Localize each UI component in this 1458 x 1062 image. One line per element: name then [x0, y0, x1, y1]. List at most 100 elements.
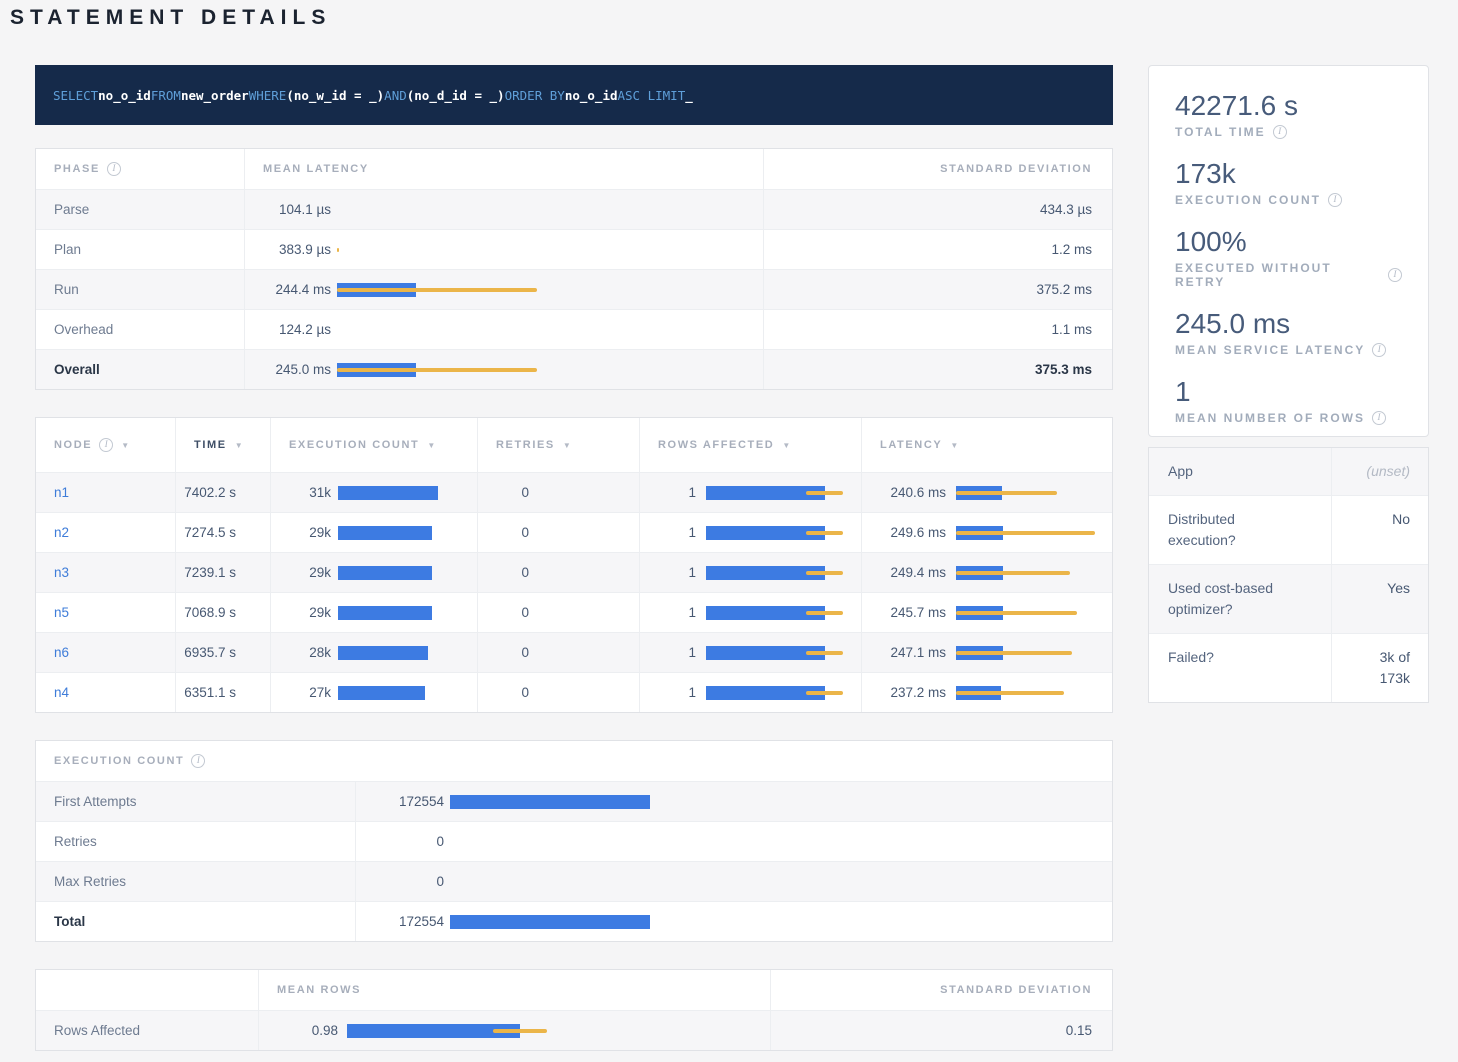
sort-caret-icon: ▼ [950, 441, 960, 450]
row-label-text: First Attempts [54, 794, 137, 809]
property-row: App(unset) [1149, 448, 1428, 495]
rows-affected-value: 1 [640, 485, 696, 500]
mean-latency-cell: 383.9 µs [245, 230, 764, 269]
bar-stddev-whisker [806, 651, 843, 655]
node-link[interactable]: n6 [54, 645, 69, 660]
info-icon[interactable]: i [99, 438, 113, 452]
row-label-text: Rows Affected [54, 1023, 140, 1038]
retries-cell: 0 [478, 673, 640, 712]
count-value: 172554 [356, 914, 444, 929]
phase-row: Overhead124.2 µs1.1 ms [36, 309, 1112, 349]
mean-rows-bar [347, 1023, 547, 1039]
label-cell: Retries [36, 822, 356, 861]
row-label-text: Max Retries [54, 874, 126, 889]
time-value: 7068.9 s [184, 605, 236, 620]
sql-statement-box: SELECT no_o_id FROM new_order WHERE (no_… [35, 65, 1113, 125]
side-column: 42271.6 sTotal Timei173kExecution Counti… [1148, 65, 1429, 703]
phase-label: Overall [54, 362, 100, 377]
phase-cell: Plan [36, 230, 245, 269]
mean-latency-bar [337, 242, 537, 258]
latency-value: 240.6 ms [862, 485, 946, 500]
property-value-cell: 3k of 173k [1331, 634, 1428, 702]
bar-stddev-whisker [956, 491, 1057, 495]
node-link[interactable]: n5 [54, 605, 69, 620]
property-value: 3k of 173k [1348, 647, 1410, 689]
column-header-time[interactable]: Time▼ [176, 418, 271, 472]
sql-identifier: no_o_id [565, 88, 618, 103]
node-link[interactable]: n4 [54, 685, 69, 700]
info-icon[interactable]: i [1273, 125, 1287, 139]
time-cell: 7239.1 s [176, 553, 271, 592]
rows-affected-value: 1 [640, 525, 696, 540]
execution-count-row: First Attempts172554 [36, 781, 1112, 821]
execution-count-value: 31k [271, 485, 331, 500]
column-header-latency[interactable]: Latency▼ [862, 418, 1112, 472]
count-bar [450, 794, 650, 810]
execution-count-cell: 29k [271, 513, 478, 552]
time-value: 6351.1 s [184, 685, 236, 700]
column-header-retries[interactable]: Retries▼ [478, 418, 640, 472]
bar-stddev-whisker [956, 571, 1070, 575]
main-column: SELECT no_o_id FROM new_order WHERE (no_… [35, 65, 1113, 1051]
info-icon[interactable]: i [107, 162, 121, 176]
latency-bar [956, 685, 1095, 701]
column-header-label: Node [54, 439, 92, 451]
info-icon[interactable]: i [1372, 411, 1386, 425]
stddev-value: 375.2 ms [1036, 282, 1092, 297]
retries-cell: 0 [478, 553, 640, 592]
label-cell: First Attempts [36, 782, 356, 821]
latency-cell: 249.4 ms [862, 553, 1112, 592]
page-title: STATEMENT DETAILS [10, 6, 331, 30]
bar-stddev-whisker [806, 571, 843, 575]
stddev-value: 1.1 ms [1051, 322, 1092, 337]
sort-caret-icon: ▼ [427, 441, 437, 450]
execution-count-cell: 28k [271, 633, 478, 672]
info-icon[interactable]: i [1372, 343, 1386, 357]
column-header-execution-count[interactable]: Execution Count▼ [271, 418, 478, 472]
column-header-rows-affected[interactable]: Rows Affected▼ [640, 418, 862, 472]
time-cell: 6351.1 s [176, 673, 271, 712]
row-label-text: Retries [54, 834, 97, 849]
stat-label-text: Execution Count [1175, 193, 1321, 207]
execution-count-bar [338, 605, 438, 621]
mean-latency-value: 104.1 µs [245, 202, 331, 217]
stddev-cell: 0.15 [771, 1011, 1112, 1050]
info-icon[interactable]: i [1388, 268, 1402, 282]
count-cell: 0 [356, 862, 1112, 901]
info-icon[interactable]: i [191, 754, 205, 768]
execution-count-row: Retries0 [36, 821, 1112, 861]
property-value: Yes [1387, 578, 1410, 599]
phase-cell: Parse [36, 190, 245, 229]
sql-identifier: (no_d_id = _) [407, 88, 505, 103]
sort-caret-icon: ▼ [563, 441, 573, 450]
rows-affected-row: Rows Affected0.980.15 [36, 1010, 1112, 1050]
summary-stat: 1Mean Number of Rowsi [1175, 376, 1402, 425]
property-label: Failed? [1149, 634, 1299, 702]
node-link[interactable]: n1 [54, 485, 69, 500]
info-icon[interactable]: i [1328, 193, 1342, 207]
property-row: Used cost-based optimizer?Yes [1149, 564, 1428, 633]
rows-affected-bar [706, 645, 843, 661]
sql-keyword: FROM [151, 88, 181, 103]
bar-mean-segment [338, 646, 428, 660]
column-header-node[interactable]: Nodei▼ [36, 418, 176, 472]
node-cell: n6 [36, 633, 176, 672]
execution-count-cell: 29k [271, 553, 478, 592]
execution-count-bar [338, 645, 438, 661]
stat-value: 173k [1175, 158, 1402, 190]
stat-label: Execution Count i [1175, 193, 1402, 207]
node-link[interactable]: n2 [54, 525, 69, 540]
column-header-label: Standard Deviation [940, 163, 1092, 175]
bar-mean-segment [338, 486, 438, 500]
node-link[interactable]: n3 [54, 565, 69, 580]
stat-value: 245.0 ms [1175, 308, 1402, 340]
stddev-cell: 1.2 ms [764, 230, 1112, 269]
retries-cell: 0 [478, 473, 640, 512]
latency-bar [956, 645, 1095, 661]
stddev-value: 0.15 [1066, 1023, 1092, 1038]
phase-label: Parse [54, 202, 89, 217]
phase-row: Overall245.0 ms375.3 ms [36, 349, 1112, 389]
rows-affected-cell: 1 [640, 633, 862, 672]
rows-affected-cell: 1 [640, 553, 862, 592]
bar-stddev-whisker [337, 288, 537, 292]
